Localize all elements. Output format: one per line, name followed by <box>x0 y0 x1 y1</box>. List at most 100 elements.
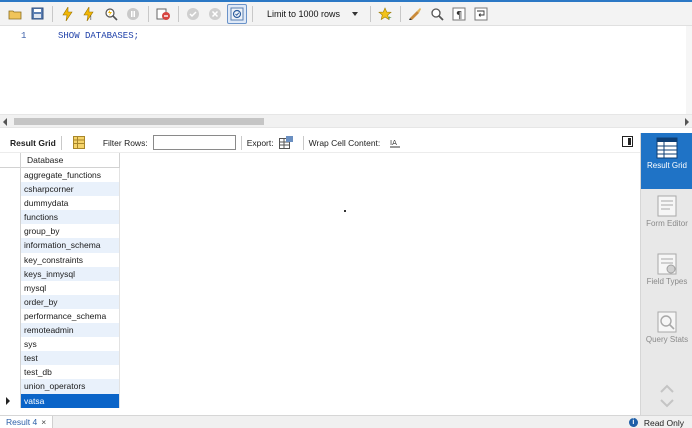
sql-statement[interactable]: SHOW DATABASES; <box>58 31 139 41</box>
table-row[interactable]: keys_inmysql <box>0 266 120 281</box>
database-cell[interactable]: information_schema <box>21 238 120 253</box>
table-row[interactable]: test_db <box>0 365 120 380</box>
result-grid-panel-button[interactable]: Result Grid <box>641 133 692 189</box>
table-row[interactable]: key_constraints <box>0 252 120 267</box>
filter-rows-input[interactable] <box>152 135 236 150</box>
row-marker[interactable] <box>0 252 21 267</box>
rollback-icon[interactable] <box>205 4 225 24</box>
invisible-chars-icon[interactable]: ¶ <box>449 4 469 24</box>
table-row[interactable]: information_schema <box>0 238 120 253</box>
row-marker[interactable] <box>0 365 21 380</box>
database-cell[interactable]: union_operators <box>21 379 120 394</box>
table-row[interactable]: test <box>0 351 120 366</box>
database-cell[interactable]: test_db <box>21 365 120 380</box>
field-types-panel-button[interactable]: Field Types <box>641 249 692 305</box>
table-row[interactable]: vatsa <box>0 393 120 408</box>
scroll-right-icon[interactable] <box>685 118 689 126</box>
database-cell[interactable]: csharpcorner <box>21 182 120 197</box>
result-side-panel: Result Grid Form Editor Field Types Quer… <box>640 133 692 415</box>
beautify-icon[interactable] <box>405 4 425 24</box>
database-cell[interactable]: mysql <box>21 280 120 295</box>
row-marker[interactable] <box>0 182 21 197</box>
stop-icon[interactable] <box>123 4 143 24</box>
database-cell[interactable]: remoteadmin <box>21 323 120 338</box>
editor-vertical-scrollbar[interactable] <box>686 26 692 114</box>
row-marker[interactable] <box>0 379 21 394</box>
table-row[interactable]: mysql <box>0 280 120 295</box>
close-icon[interactable]: × <box>41 416 46 428</box>
editor-horizontal-scrollbar[interactable] <box>0 114 692 128</box>
database-cell[interactable]: key_constraints <box>21 252 120 267</box>
chevron-down-icon <box>352 11 358 16</box>
row-marker[interactable] <box>0 238 21 253</box>
execute-icon[interactable] <box>57 4 77 24</box>
result-tab[interactable]: Result 4 × <box>0 416 54 428</box>
panel-scroll-chevrons-icon[interactable] <box>659 383 675 409</box>
database-cell[interactable]: dummydata <box>21 196 120 211</box>
bookmark-star-icon[interactable]: + <box>375 4 395 24</box>
save-icon[interactable] <box>27 4 47 24</box>
database-cell[interactable]: functions <box>21 210 120 225</box>
sql-editor[interactable]: 1 SHOW DATABASES; <box>0 26 692 114</box>
form-editor-panel-button[interactable]: Form Editor <box>641 191 692 247</box>
column-header-database[interactable]: Database <box>21 153 120 168</box>
table-row[interactable]: sys <box>0 337 120 352</box>
commit-icon[interactable] <box>183 4 203 24</box>
row-marker[interactable] <box>0 393 21 408</box>
row-marker[interactable] <box>0 294 21 309</box>
row-marker[interactable] <box>0 323 21 338</box>
scroll-left-icon[interactable] <box>3 118 7 126</box>
table-row[interactable]: functions <box>0 210 120 225</box>
wrap-cell-icon[interactable]: IA <box>388 136 402 150</box>
execute-current-icon[interactable]: I <box>79 4 99 24</box>
info-icon: i <box>628 418 638 427</box>
table-row[interactable]: group_by <box>0 224 120 239</box>
result-grid: Database aggregate_functions csharpcorner… <box>0 153 120 408</box>
database-cell[interactable]: performance_schema <box>21 308 120 324</box>
row-marker[interactable] <box>0 224 21 239</box>
scrollbar-thumb[interactable] <box>14 118 264 125</box>
autocommit-icon[interactable] <box>227 3 247 24</box>
toolbar-separator <box>370 5 371 22</box>
filter-rows-label: Filter Rows: <box>102 137 148 148</box>
database-cell[interactable]: order_by <box>21 294 120 309</box>
row-marker[interactable] <box>0 351 21 366</box>
table-row[interactable]: order_by <box>0 294 120 309</box>
row-marker[interactable] <box>0 168 21 183</box>
find-icon[interactable] <box>427 4 447 24</box>
database-cell[interactable]: keys_inmysql <box>21 266 120 281</box>
svg-text:IA: IA <box>390 139 397 147</box>
database-cell[interactable]: sys <box>21 337 120 352</box>
table-row[interactable]: union_operators <box>0 379 120 394</box>
explain-icon[interactable] <box>101 4 121 24</box>
export-icon[interactable] <box>278 136 293 150</box>
grid-view-icon[interactable] <box>72 136 86 150</box>
open-folder-icon[interactable] <box>5 4 25 24</box>
row-marker[interactable] <box>0 308 21 324</box>
row-marker[interactable] <box>0 266 21 281</box>
row-marker[interactable] <box>0 280 21 295</box>
table-row[interactable]: remoteadmin <box>0 323 120 338</box>
toggle-side-panel-icon[interactable] <box>622 136 633 147</box>
read-only-label: Read Only <box>643 417 684 428</box>
database-cell[interactable]: group_by <box>21 224 120 239</box>
toolbar-separator <box>240 135 242 150</box>
toolbar-separator <box>148 5 149 22</box>
table-row[interactable]: aggregate_functions <box>0 168 120 183</box>
table-row[interactable]: performance_schema <box>0 308 120 324</box>
row-marker[interactable] <box>0 337 21 352</box>
table-row[interactable]: dummydata <box>0 196 120 211</box>
workbench-window: I Limit to 1000 rows + ¶ 1 SHOW DATABASE… <box>0 0 692 428</box>
database-cell[interactable]: aggregate_functions <box>21 168 120 183</box>
query-stats-panel-button[interactable]: Query Stats <box>641 307 692 363</box>
result-grid-tab[interactable]: Result Grid <box>10 138 56 148</box>
database-cell[interactable]: test <box>21 351 120 366</box>
status-bar: Result 4 × i Read Only <box>0 415 692 428</box>
row-marker[interactable] <box>0 196 21 211</box>
row-marker[interactable] <box>0 210 21 225</box>
toggle-error-icon[interactable] <box>153 4 173 24</box>
limit-rows-select[interactable]: Limit to 1000 rows <box>261 5 363 23</box>
wrap-icon[interactable] <box>471 4 491 24</box>
table-row[interactable]: csharpcorner <box>0 182 120 197</box>
database-cell[interactable]: vatsa <box>21 393 120 408</box>
